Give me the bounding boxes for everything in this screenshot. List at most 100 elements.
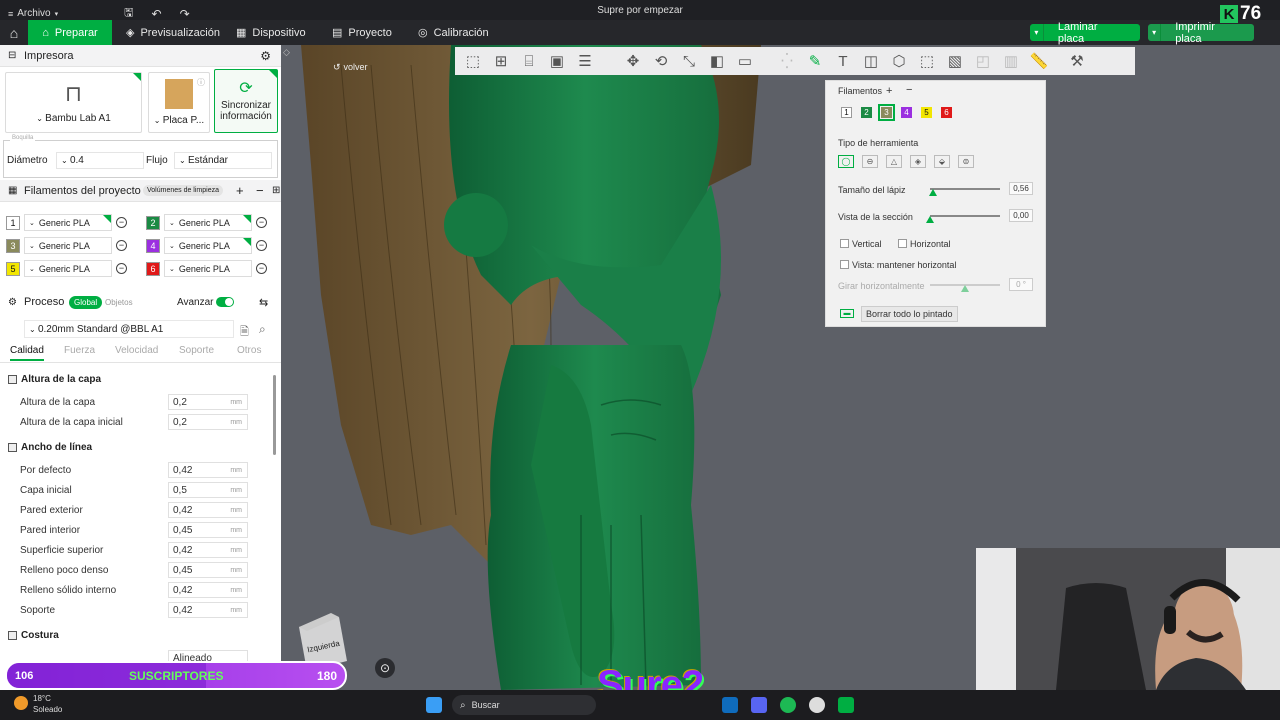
- tab-proyecto[interactable]: ▤ Proyecto: [322, 20, 402, 45]
- filament-number[interactable]: 2: [146, 215, 160, 230]
- print-plate-button[interactable]: ▾ Imprimir placa: [1148, 21, 1254, 45]
- tab-dispositivo[interactable]: ▦ Dispositivo: [226, 20, 316, 45]
- remove-filament-icon[interactable]: −: [256, 217, 267, 228]
- collapse-left-panel[interactable]: ◇: [283, 47, 290, 58]
- section-view-slider[interactable]: [930, 215, 1000, 217]
- boolean-icon[interactable]: ⬡: [887, 50, 911, 72]
- objects-toggle[interactable]: Objetos: [105, 298, 133, 307]
- add-object-icon[interactable]: ⬚: [461, 50, 485, 72]
- param-value-input[interactable]: 0,45 mm: [168, 522, 248, 538]
- rotate-value[interactable]: 0 °: [1009, 278, 1033, 291]
- outlook-icon[interactable]: [722, 697, 738, 713]
- remove-filament-icon[interactable]: −: [256, 183, 264, 198]
- purge-volumes-button[interactable]: Volúmenes de limpieza: [143, 185, 223, 196]
- global-toggle[interactable]: Global: [69, 295, 103, 309]
- info-icon[interactable]: ⓘ: [197, 77, 205, 88]
- keep-horizontal-checkbox[interactable]: [840, 260, 849, 269]
- tab-preparar[interactable]: ⌂ Preparar: [28, 20, 112, 45]
- pen-size-slider[interactable]: [930, 188, 1000, 190]
- sphere-tool-icon[interactable]: ⊖: [862, 155, 878, 168]
- sync-filaments-icon[interactable]: ⊞: [272, 185, 280, 196]
- seam-icon[interactable]: ◫: [859, 50, 883, 72]
- rotate-icon[interactable]: ⟲: [649, 50, 673, 72]
- section-view-thumb[interactable]: [926, 216, 934, 223]
- bambu-studio-icon[interactable]: [838, 697, 854, 713]
- param-value-input[interactable]: 0,45 mm: [168, 562, 248, 578]
- flow-select[interactable]: ⌄ Estándar: [174, 152, 272, 169]
- advanced-switch[interactable]: [216, 297, 234, 307]
- home-button[interactable]: ⌂: [0, 20, 28, 45]
- seam-category[interactable]: Costura: [8, 630, 59, 641]
- slice-plate-button[interactable]: ▾ Laminar placa: [1030, 21, 1140, 45]
- vertical-checkbox[interactable]: [840, 239, 849, 248]
- chevron-down-icon[interactable]: ▾: [1148, 24, 1162, 41]
- circle-tool-icon[interactable]: ◯: [838, 155, 854, 168]
- fuzzy-icon[interactable]: ◰: [971, 50, 995, 72]
- paint-filament-chip[interactable]: 3: [878, 104, 895, 121]
- tab-calibracion[interactable]: ◎ Calibración: [408, 20, 499, 45]
- taskbar-search[interactable]: ⌕ Buscar: [452, 695, 596, 715]
- param-value-input[interactable]: 0,42 mm: [168, 602, 248, 618]
- param-value-input[interactable]: 0,42 mm: [168, 502, 248, 518]
- chevron-down-icon[interactable]: ▾: [1030, 24, 1044, 41]
- param-value-input[interactable]: 0,2 mm: [168, 414, 248, 430]
- process-preset-select[interactable]: ⌄ 0.20mm Standard @BBL A1: [24, 320, 234, 338]
- layer-height-category[interactable]: Altura de la capa: [8, 374, 101, 385]
- filament-number[interactable]: 4: [146, 238, 160, 253]
- back-button[interactable]: ↺ volver: [333, 62, 368, 73]
- support-paint-icon[interactable]: ⁛: [775, 50, 799, 72]
- gear-icon[interactable]: ⚙: [260, 49, 271, 63]
- paint-filament-chip[interactable]: 6: [941, 107, 952, 118]
- windows-start-icon[interactable]: [426, 697, 442, 713]
- tab-otros[interactable]: Otros: [237, 345, 261, 356]
- remove-filament-icon[interactable]: −: [116, 240, 127, 251]
- paint-filament-chip[interactable]: 1: [841, 107, 852, 118]
- ruler-icon[interactable]: 📏: [1027, 50, 1051, 72]
- add-filament-icon[interactable]: +: [886, 85, 892, 97]
- filament-select[interactable]: ⌄ Generic PLA: [164, 260, 252, 277]
- horizontal-checkbox[interactable]: [898, 239, 907, 248]
- obs-icon[interactable]: [809, 697, 825, 713]
- clear-all-button[interactable]: Borrar todo lo pintado: [861, 306, 958, 322]
- filament-number[interactable]: 6: [146, 261, 160, 276]
- param-value-input[interactable]: 0,5 mm: [168, 482, 248, 498]
- param-value-input[interactable]: 0,42 mm: [168, 462, 248, 478]
- paint-filament-chip[interactable]: 4: [901, 107, 912, 118]
- scale-icon[interactable]: ⤡: [677, 50, 701, 72]
- layer-icon[interactable]: ▥: [999, 50, 1023, 72]
- fill-tool-icon[interactable]: ◈: [910, 155, 926, 168]
- filament-select[interactable]: ⌄ Generic PLA: [24, 237, 112, 254]
- remove-filament-icon[interactable]: −: [256, 240, 267, 251]
- param-value-input[interactable]: 0,2 mm: [168, 394, 248, 410]
- tab-soporte[interactable]: Soporte: [179, 345, 214, 356]
- settings-icon[interactable]: ⚒: [1065, 50, 1089, 72]
- param-value-input[interactable]: 0,42 mm: [168, 582, 248, 598]
- remove-filament-icon[interactable]: −: [116, 217, 127, 228]
- plates-icon[interactable]: ☰: [573, 50, 597, 72]
- filament-select[interactable]: ⌄ Generic PLA: [24, 214, 112, 231]
- filament-select[interactable]: ⌄ Generic PLA: [164, 237, 252, 254]
- paint-filament-chip[interactable]: 5: [921, 107, 932, 118]
- spotify-icon[interactable]: [780, 697, 796, 713]
- discord-icon[interactable]: [751, 697, 767, 713]
- filament-number[interactable]: 5: [6, 261, 20, 276]
- params-scrollbar[interactable]: [273, 375, 276, 455]
- add-filament-icon[interactable]: +: [236, 183, 244, 198]
- flatten-icon[interactable]: ◧: [705, 50, 729, 72]
- plate-selector[interactable]: ⌄ Placa P... ⓘ: [148, 72, 210, 133]
- filament-select[interactable]: ⌄ Generic PLA: [24, 260, 112, 277]
- color-paint-icon[interactable]: ✎: [803, 50, 827, 72]
- measure-icon[interactable]: ⬚: [915, 50, 939, 72]
- orient-icon[interactable]: ⌸: [517, 50, 541, 72]
- diameter-select[interactable]: ⌄ 0.4: [56, 152, 144, 169]
- pen-size-value[interactable]: 0,56: [1009, 182, 1033, 195]
- sync-info-button[interactable]: ⟳ Sincronizar información: [214, 69, 278, 133]
- line-width-category[interactable]: Ancho de línea: [8, 442, 92, 453]
- move-icon[interactable]: ✥: [621, 50, 645, 72]
- gap-fill-tool-icon[interactable]: ⊜: [958, 155, 974, 168]
- remove-filament-icon[interactable]: −: [256, 263, 267, 274]
- tab-velocidad[interactable]: Velocidad: [115, 345, 158, 356]
- arrange-icon[interactable]: ▣: [545, 50, 569, 72]
- grid-icon[interactable]: ⊞: [489, 50, 513, 72]
- text-icon[interactable]: T: [831, 50, 855, 72]
